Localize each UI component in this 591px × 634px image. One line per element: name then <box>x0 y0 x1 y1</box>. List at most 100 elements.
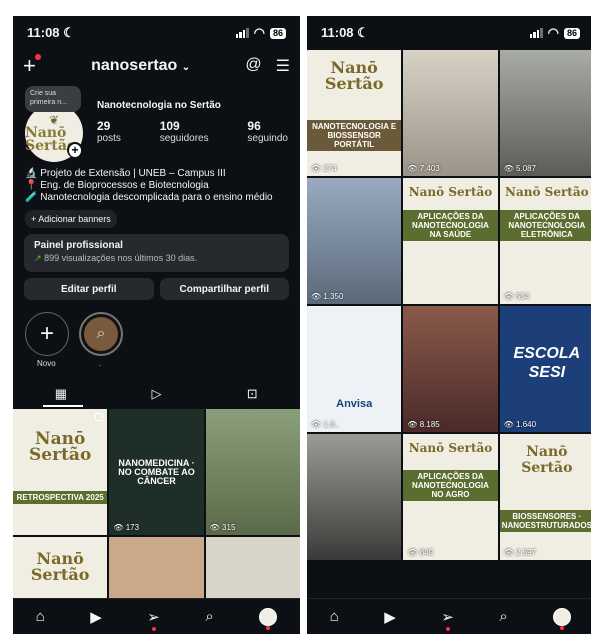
status-bar: 11:08 ☾ ◠ 86 <box>307 16 591 50</box>
post-tile[interactable]: 👁 315 <box>205 409 300 535</box>
active-tab-indicator <box>43 405 83 407</box>
new-highlight-button[interactable]: + <box>25 312 69 356</box>
post-tile[interactable]: 👁 8.185 <box>403 306 498 432</box>
tile-logo: Nanō Sertão <box>324 58 384 93</box>
post-tile[interactable]: Nanō Sertão RETROSPECTIVA 2025 <box>13 409 108 535</box>
highlight-label: Novo <box>37 359 56 368</box>
plus-icon: + <box>39 320 54 347</box>
tile-caption: APLICAÇÕES DA NANOTECNOLOGIA NO AGRO <box>403 470 498 501</box>
avatar-icon[interactable] <box>553 607 572 630</box>
highlight-label: . <box>99 359 102 368</box>
add-banners-button[interactable]: + Adicionar banners <box>25 210 117 228</box>
grid-icon[interactable]: ▦ <box>13 382 109 406</box>
tile-caption: RETROSPECTIVA 2025 <box>13 491 108 504</box>
profile-header: + nanosertao ⌄ @ ☰ <box>13 54 300 78</box>
tile-caption: Anvisa <box>336 398 373 410</box>
views-count: 👁 1.350 <box>311 292 344 301</box>
post-tile[interactable]: Nanō Sertão BIOSSENSORES · NANOESTRUTURA… <box>499 434 591 560</box>
views-count: 👁 849 <box>407 548 434 557</box>
post-tile[interactable]: 👁 5.087 <box>499 50 591 176</box>
views-count: 👁 1.640 <box>503 420 537 429</box>
reels-icon[interactable]: ▷ <box>109 382 205 406</box>
note-bubble[interactable]: Crie sua primeira n... <box>25 86 81 112</box>
menu-icon[interactable]: ☰ <box>276 56 290 76</box>
tile-logo: Nanō Sertão <box>505 185 589 199</box>
tile-caption: APLICAÇÕES DA NANOTECNOLOGIA NA SAÚDE <box>403 210 498 241</box>
magnifier-icon: ⌕ <box>84 317 118 351</box>
send-icon[interactable]: ➢ <box>147 608 160 631</box>
bio-line: 🔬 Projeto de Extensão | UNEB – Campus II… <box>25 168 226 179</box>
search-icon[interactable]: ⌕ <box>499 608 507 625</box>
username-switcher[interactable]: nanosertao ⌄ <box>36 57 246 75</box>
bio-line: 🧪 Nanotecnologia descomplicada para o en… <box>25 192 273 203</box>
tile-caption: NANOMEDICINA · NO COMBATE AO CÂNCER <box>118 458 195 486</box>
reels-nav-icon[interactable]: ▶ <box>90 608 102 626</box>
bottom-nav: ⌂ ▶ ➢ ⌕ <box>13 598 300 634</box>
post-tile[interactable]: Nanō Sertão APLICAÇÕES DA NANOTECNOLOGIA… <box>499 178 591 304</box>
stat-followers[interactable]: 109 seguidores <box>160 119 209 144</box>
reels-nav-icon[interactable]: ▶ <box>384 608 396 626</box>
views-count: 👁 534 <box>503 292 530 301</box>
home-icon[interactable]: ⌂ <box>330 608 339 625</box>
profile-stats: 29 posts 109 seguidores 96 seguindo <box>97 119 288 144</box>
status-time: 11:08 ☾ <box>27 25 75 40</box>
post-tile[interactable]: 👁 1.350 <box>307 178 402 304</box>
views-count: 👁 5.087 <box>503 164 537 173</box>
post-tile[interactable]: 👁 7.403 <box>403 50 498 176</box>
post-tile[interactable]: NANOMEDICINA · NO COMBATE AO CÂNCER 👁 17… <box>109 409 204 535</box>
views-count: 👁 1.0.. <box>311 420 339 429</box>
battery-icon: 86 <box>269 27 286 39</box>
edit-profile-button[interactable]: Editar perfil <box>24 278 154 300</box>
highlight-item[interactable]: ⌕ <box>79 312 123 356</box>
profile-screen: 11:08 ☾ ◠ 86 + nanosertao ⌄ @ ☰ Crie sua… <box>13 16 300 634</box>
battery-icon: 86 <box>563 27 580 39</box>
panel-subtitle: 899 visualizações nos últimos 30 dias. <box>44 253 198 263</box>
views-count: 👁 315 <box>209 523 236 532</box>
professional-dashboard[interactable]: Painel profissional ↗ 899 visualizações … <box>24 234 289 272</box>
tile-logo: Nanō Sertão <box>30 549 90 584</box>
status-bar: 11:08 ☾ ◠ 86 <box>13 16 300 50</box>
tile-caption: APLICAÇÕES DA NANOTECNOLOGIA ELETRÔNICA <box>499 210 591 241</box>
share-profile-button[interactable]: Compartilhar perfil <box>159 278 289 300</box>
views-count: 👁 7.403 <box>407 164 440 173</box>
trend-up-icon: ↗ <box>34 253 42 263</box>
tile-caption: ESCOLA SESI <box>513 345 581 381</box>
profile-name: Nanotecnologia no Sertão <box>97 100 221 111</box>
wifi-icon: ◠ <box>547 25 559 40</box>
views-count: 👁 274 <box>311 164 337 173</box>
views-count: 👁 2.597 <box>503 548 537 557</box>
wifi-icon: ◠ <box>253 25 265 40</box>
plus-icon[interactable]: + <box>23 54 41 77</box>
tile-logo: Nanō Sertão <box>408 185 493 199</box>
stat-posts[interactable]: 29 posts <box>97 119 121 144</box>
signal-icon <box>235 28 249 38</box>
post-tile[interactable]: Anvisa 👁 1.0.. <box>307 306 402 432</box>
post-tile[interactable]: Nanō Sertão APLICAÇÕES DA NANOTECNOLOGIA… <box>403 434 498 560</box>
add-story-button[interactable]: + <box>67 142 83 158</box>
profile-tabs: ▦ ▷ ⊡ <box>13 382 300 406</box>
views-count: 👁 173 <box>113 523 140 532</box>
tagged-icon[interactable]: ⊡ <box>204 382 300 406</box>
avatar-icon[interactable] <box>259 607 278 630</box>
views-count: 👁 8.185 <box>407 420 440 429</box>
chevron-down-icon: ⌄ <box>181 62 191 73</box>
post-tile[interactable]: Nanō Sertão APLICAÇÕES DA NANOTECNOLOGIA… <box>403 178 498 304</box>
post-tile[interactable]: Nanō Sertão NANOTECNOLOGIA E BIOSSENSOR … <box>307 50 402 176</box>
tile-caption: BIOSSENSORES · NANOESTRUTURADOS <box>499 510 591 532</box>
home-icon[interactable]: ⌂ <box>36 608 45 625</box>
status-time: 11:08 ☾ <box>321 25 369 40</box>
grid-screen: 11:08 ☾ ◠ 86 Nanō Sertão NANOTECNOLOGIA … <box>307 16 591 634</box>
bottom-nav: ⌂ ▶ ➢ ⌕ <box>307 598 591 634</box>
panel-title: Painel profissional <box>34 240 123 251</box>
bio-line: 📍 Eng. de Bioprocessos e Biotecnologia <box>25 180 209 191</box>
post-tile[interactable]: ESCOLA SESI 👁 1.640 <box>499 306 591 432</box>
stat-following[interactable]: 96 seguindo <box>247 119 288 144</box>
signal-icon <box>529 28 543 38</box>
search-icon[interactable]: ⌕ <box>205 608 213 625</box>
threads-icon[interactable]: @ <box>245 56 261 76</box>
tile-caption: NANOTECNOLOGIA E BIOSSENSOR PORTÁTIL <box>307 120 402 151</box>
tile-logo: Nanō Sertão <box>408 441 493 455</box>
send-icon[interactable]: ➢ <box>441 608 454 631</box>
post-tile[interactable] <box>307 434 402 560</box>
post-grid: Nanō Sertão NANOTECNOLOGIA E BIOSSENSOR … <box>307 50 591 560</box>
